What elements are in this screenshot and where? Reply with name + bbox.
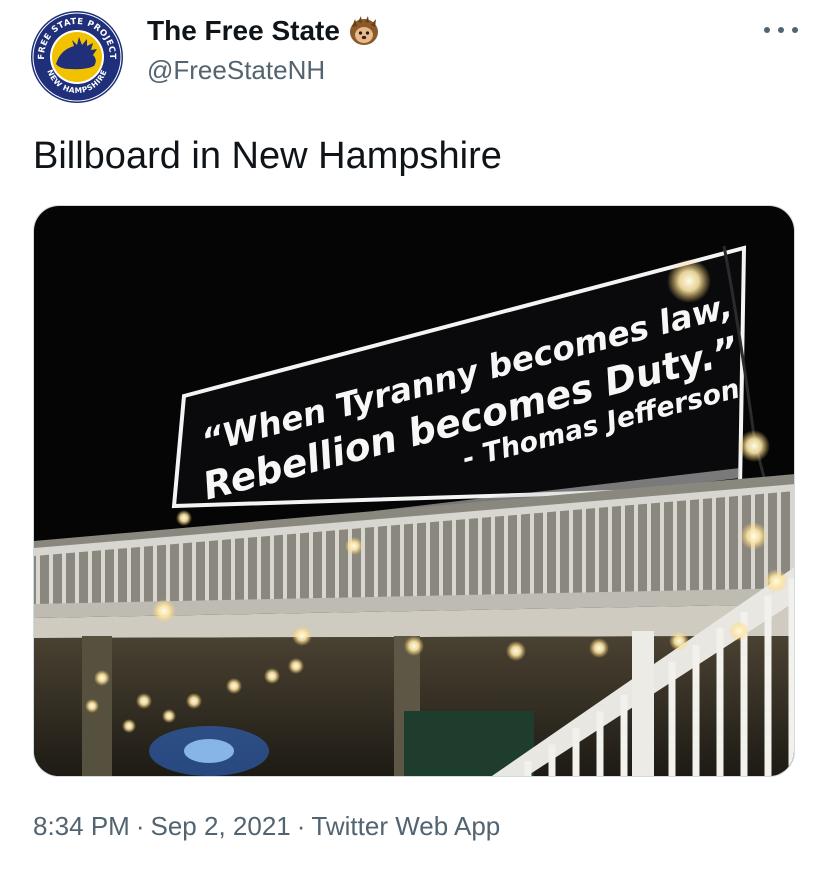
string-light-bulb bbox=[136, 693, 152, 709]
ellipsis-icon bbox=[764, 27, 770, 33]
string-light-bulb bbox=[176, 510, 192, 526]
string-light-bulb bbox=[288, 658, 304, 674]
billboard-photo: “When Tyranny becomes law, Rebellion bec… bbox=[34, 206, 794, 776]
string-light-bulb bbox=[162, 709, 176, 723]
tweet-text: Billboard in New Hampshire bbox=[33, 135, 502, 177]
string-light-bulb bbox=[738, 430, 770, 462]
string-light-bulb bbox=[345, 537, 363, 555]
string-light-bulb bbox=[122, 719, 136, 733]
string-light-bulb bbox=[729, 621, 749, 641]
string-light-bulb bbox=[94, 670, 110, 686]
string-light-bulb bbox=[764, 569, 788, 593]
string-light-bulb bbox=[292, 626, 312, 646]
free-state-logo: FREE STATE PROJECT NEW HAMPSHIRE bbox=[31, 11, 123, 103]
tweet-source[interactable]: Twitter Web App bbox=[311, 811, 500, 841]
tweet-photo[interactable]: “When Tyranny becomes law, Rebellion bec… bbox=[33, 205, 795, 777]
tweet-time[interactable]: 8:34 PM bbox=[33, 811, 130, 841]
ellipsis-icon bbox=[792, 27, 798, 33]
string-light-bulb bbox=[85, 699, 99, 713]
tweet: FREE STATE PROJECT NEW HAMPSHIRE The Fre… bbox=[0, 0, 828, 876]
string-light-bulb bbox=[669, 631, 689, 651]
avatar[interactable]: FREE STATE PROJECT NEW HAMPSHIRE bbox=[30, 10, 124, 104]
string-light-bulb bbox=[264, 668, 280, 684]
string-light-bulb bbox=[404, 636, 424, 656]
string-light-bulb bbox=[226, 678, 242, 694]
author-block[interactable]: The Free State @FreeStateNH bbox=[147, 14, 380, 86]
string-light-bulb bbox=[186, 693, 202, 709]
string-light-bulb bbox=[152, 599, 176, 623]
display-name[interactable]: The Free State bbox=[147, 14, 340, 48]
tweet-date[interactable]: Sep 2, 2021 bbox=[151, 811, 291, 841]
more-options-button[interactable] bbox=[764, 20, 798, 40]
tweet-meta: 8:34 PM · Sep 2, 2021 · Twitter Web App bbox=[33, 808, 500, 844]
hedgehog-icon bbox=[348, 15, 380, 47]
meta-separator: · bbox=[135, 811, 145, 841]
handle[interactable]: @FreeStateNH bbox=[147, 54, 380, 86]
ellipsis-icon bbox=[778, 27, 784, 33]
string-light-bulb bbox=[506, 641, 526, 661]
meta-separator: · bbox=[296, 811, 306, 841]
string-light-bulb bbox=[589, 638, 609, 658]
string-light-bulb bbox=[667, 259, 711, 303]
string-light-bulb bbox=[740, 522, 768, 550]
